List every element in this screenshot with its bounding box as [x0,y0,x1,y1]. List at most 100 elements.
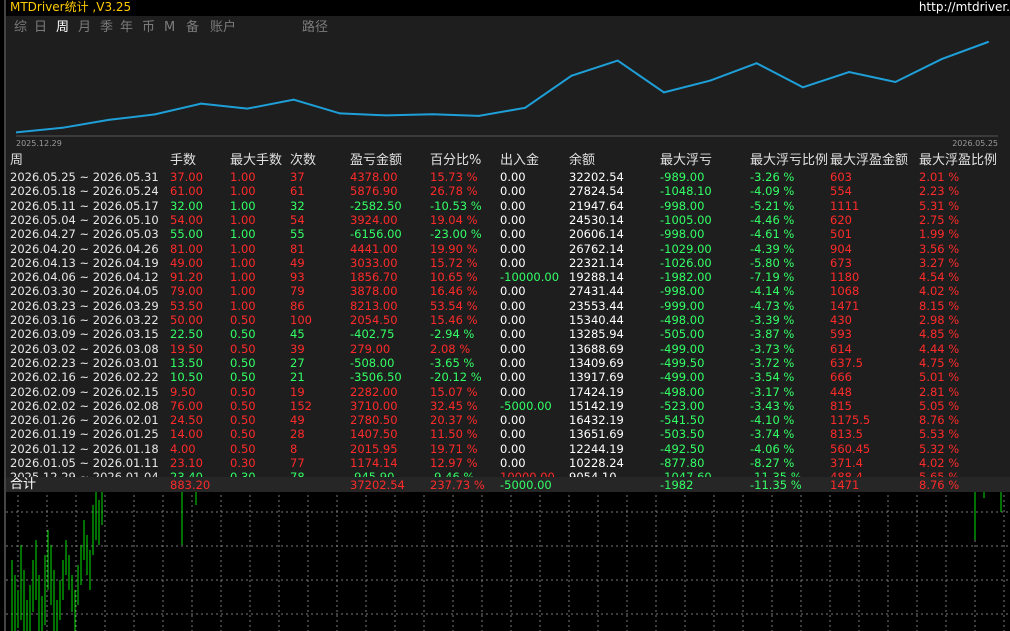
table-row: 2026.02.02 ~ 2026.02.08 76.00 0.50 152 3710.… [6,399,1010,413]
tab-0[interactable]: 综 [14,19,27,37]
app-title: MTDriver统计 ,V3.25 [10,0,132,14]
cell-mflp: -3.39 % [750,313,795,327]
cell-deposit: 0.00 [500,313,526,327]
cell-lots: 19.50 [170,341,203,356]
cell-mfl: -505.00 [660,327,705,342]
cell-mflp: -4.39 % [750,241,795,256]
cell-pnl: 2054.50 [350,313,398,327]
cell-count: 100 [290,313,312,327]
cell-count: 21 [290,370,305,385]
equity-point-19 [894,81,897,84]
cell-pnl: 2780.50 [350,413,398,428]
cell-lots: 22.50 [170,327,203,342]
cell-pct: -23.00 % [430,227,482,242]
cell-balance: 24530.14 [569,212,624,227]
cell-lots: 14.00 [170,427,203,442]
cell-pnl: 1407.50 [350,427,398,442]
cell-count: 19 [290,384,305,399]
cell-week: 2026.02.16 ~ 2026.02.22 [10,370,159,385]
cell-pct: -10.53 % [430,198,482,213]
total-row: 合计 883.20 37202.54 237.73 % -5000.00 -19… [6,477,1010,492]
cell-mfp: 673 [830,255,852,270]
cell-pnl: 3033.00 [350,255,398,270]
cell-deposit: 0.00 [500,255,526,270]
cell-deposit: 0.00 [500,212,526,227]
cell-mfp: 430 [830,313,852,327]
cell-pnl: 279.00 [350,341,391,356]
table-row: 2026.04.06 ~ 2026.04.12 91.20 1.00 93 1856.7… [6,270,1010,284]
header-pnl: 盈亏金额 [350,153,403,168]
cell-deposit: 0.00 [500,370,526,385]
total-pnl: 37202.54 [350,478,405,492]
cell-mflp: -3.26 % [750,170,795,184]
cell-max_lots: 1.00 [230,212,256,227]
cell-pct: 19.71 % [430,441,478,456]
cell-max_lots: 0.50 [230,327,256,342]
table-row: 2026.05.11 ~ 2026.05.17 32.00 1.00 32 -2582.… [6,199,1010,213]
tab-1[interactable]: 日 [34,19,47,37]
cell-mfpp: 4.54 % [919,270,960,285]
cell-pnl: 1856.70 [350,270,398,285]
cell-mfp: 614 [830,341,852,356]
cell-pnl: -6156.00 [350,227,402,242]
header-week: 周 [10,153,24,168]
equity-point-10 [477,114,480,117]
cell-mfpp: 5.53 % [919,427,960,442]
cell-lots: 24.50 [170,413,203,428]
cell-deposit: 0.00 [500,441,526,456]
tab-6[interactable]: 币 [142,19,155,37]
table-row: 2026.04.13 ~ 2026.04.19 49.00 1.00 49 3033.0… [6,256,1010,270]
cell-mflp: -4.73 % [750,298,795,313]
website-link[interactable]: http://mtdriver. [919,0,1010,15]
cell-pnl: 3710.00 [350,398,398,413]
cell-mflp: -4.10 % [750,413,795,428]
cell-pct: 10.65 % [430,270,478,285]
tab-2[interactable]: 周 [56,19,69,37]
tab-3[interactable]: 月 [78,19,91,37]
equity-line [16,41,989,134]
cell-deposit: -10000.00 [500,270,560,285]
cell-deposit: 0.00 [500,456,526,470]
cell-lots: 9.50 [170,384,196,399]
cell-mfp: 501 [830,227,852,242]
cell-deposit: 0.00 [500,327,526,342]
cell-pct: 20.37 % [430,413,478,428]
cell-max_lots: 0.50 [230,427,256,442]
header-deposit: 出入金 [500,153,540,168]
tab-5[interactable]: 年 [120,19,133,37]
cell-pnl: 3878.00 [350,284,398,299]
table-row: 2026.04.27 ~ 2026.05.03 55.00 1.00 55 -6156.… [6,227,1010,241]
total-label: 合计 [10,477,37,492]
cell-balance: 22321.14 [569,255,624,270]
cell-pnl: 4441.00 [350,241,398,256]
table-row: 2026.01.05 ~ 2026.01.11 23.10 0.30 77 1174.1… [6,456,1010,470]
cell-mfp: 904 [830,241,852,256]
cell-lots: 13.50 [170,355,203,370]
cell-mfl: -998.00 [660,227,705,242]
tab-7[interactable]: M [164,19,175,37]
cell-mfl: -998.00 [660,284,705,299]
cell-week: 2026.01.26 ~ 2026.02.01 [10,413,159,428]
cell-max_lots: 0.50 [230,441,256,456]
cell-lots: 10.50 [170,370,203,385]
cell-week: 2026.04.20 ~ 2026.04.26 [10,241,159,256]
cell-pct: 15.72 % [430,255,478,270]
cell-mfpp: 5.32 % [919,441,960,456]
total-max-float-loss-pct: -11.35 % [750,478,802,492]
cell-max_lots: 0.50 [230,370,256,385]
cell-max_lots: 1.00 [230,241,256,256]
header-max-float-profit: 最大浮盈金额 [830,153,909,168]
cell-lots: 54.00 [170,212,203,227]
cell-mflp: -5.80 % [750,255,795,270]
cell-mflp: -4.14 % [750,284,795,299]
tab-4[interactable]: 季 [100,19,113,37]
cell-week: 2026.03.23 ~ 2026.03.29 [10,298,159,313]
cell-max_lots: 0.50 [230,313,256,327]
tab-10[interactable]: 路径 [302,19,328,37]
cell-pct: -2.94 % [430,327,475,342]
cell-count: 152 [290,398,312,413]
cell-week: 2026.03.09 ~ 2026.03.15 [10,327,159,342]
tab-9[interactable]: 账户 [210,19,236,37]
tab-8[interactable]: 备 [186,19,199,37]
cell-max_lots: 0.50 [230,413,256,428]
